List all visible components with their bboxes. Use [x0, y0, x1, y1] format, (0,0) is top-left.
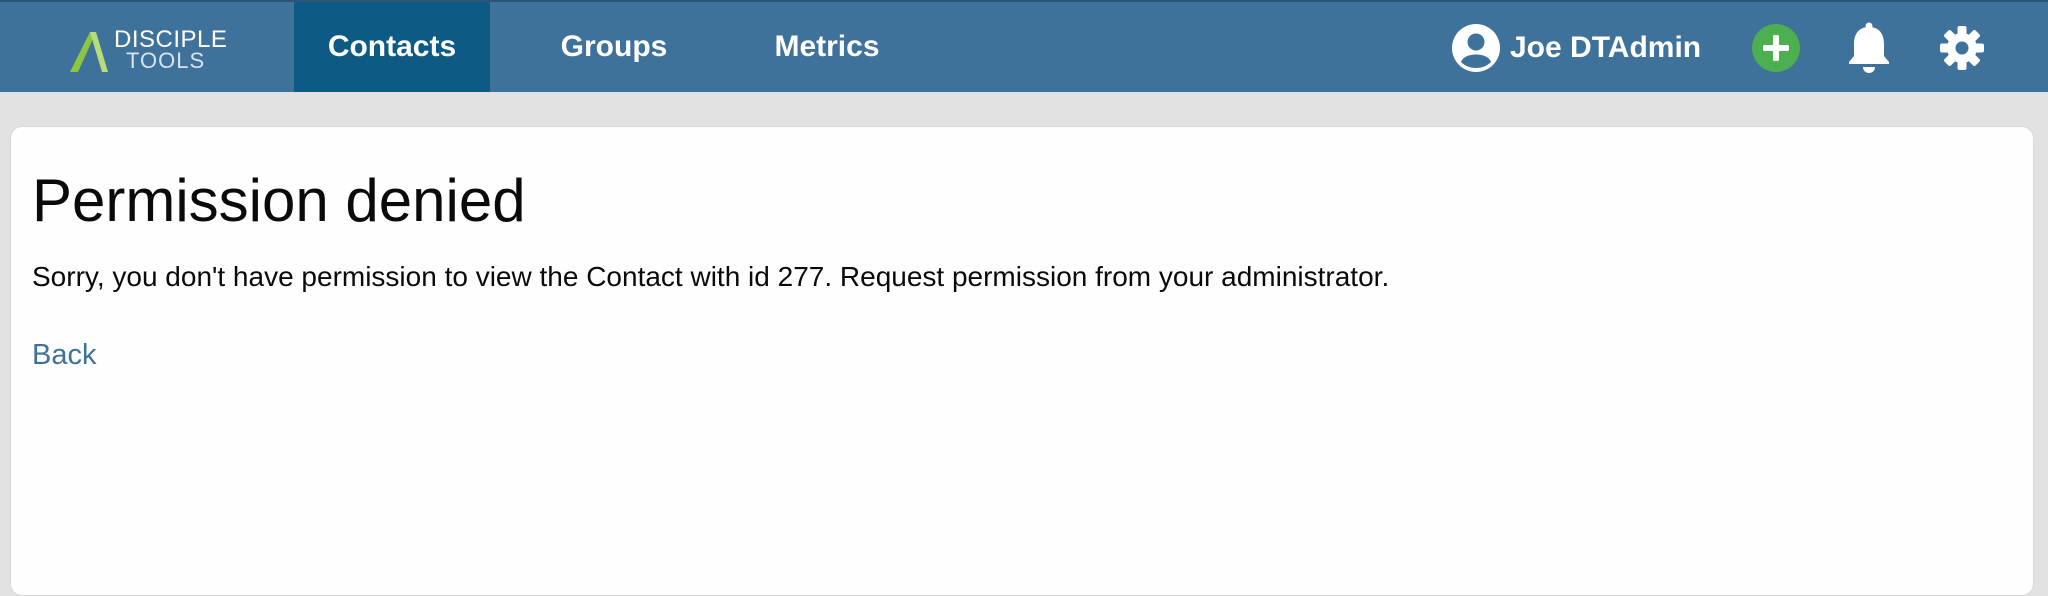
top-navigation-bar: DISCIPLE TOOLS Contacts Groups Metrics J…	[0, 0, 2048, 92]
permission-denied-card: Permission denied Sorry, you don't have …	[10, 126, 2034, 596]
gear-icon[interactable]	[1938, 24, 1986, 72]
nav-tab-contacts[interactable]: Contacts	[294, 2, 490, 92]
back-link[interactable]: Back	[32, 337, 96, 373]
plus-circle-icon[interactable]	[1752, 24, 1800, 72]
permission-message: Sorry, you don't have permission to view…	[32, 261, 1390, 292]
user-name: Joe DTAdmin	[1510, 31, 1702, 64]
disciple-tools-logo-icon	[70, 32, 108, 72]
nav-tab-metrics[interactable]: Metrics	[752, 2, 902, 92]
user-avatar-icon	[1452, 24, 1500, 72]
page-title: Permission denied	[32, 167, 526, 234]
bell-icon[interactable]	[1846, 22, 1892, 74]
logo-link[interactable]: DISCIPLE TOOLS	[68, 26, 227, 74]
logo-text-tools: TOOLS	[126, 48, 206, 73]
nav-tab-groups[interactable]: Groups	[534, 2, 694, 92]
user-menu[interactable]: Joe DTAdmin	[1452, 24, 1701, 72]
